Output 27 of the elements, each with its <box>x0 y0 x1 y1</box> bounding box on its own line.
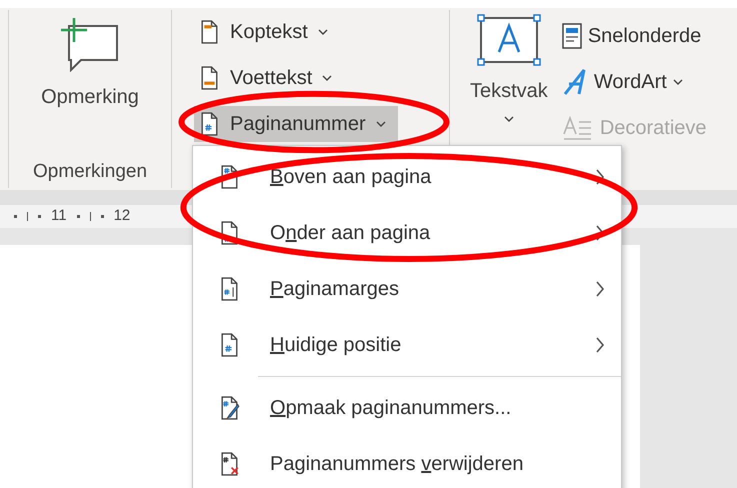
text-effects-icon <box>562 114 594 142</box>
quick-parts-icon <box>562 23 582 49</box>
group-label: Opmerkingen <box>32 160 148 184</box>
ribbon-button[interactable]: WordArt <box>562 60 707 104</box>
menu-item[interactable]: Paginanummers verwijderen <box>193 436 621 488</box>
text-box-icon <box>476 14 541 66</box>
page-delete-icon <box>220 452 240 476</box>
brush-page-icon <box>220 396 240 420</box>
wordart-icon <box>562 68 588 96</box>
menu-item[interactable]: Paginamarges <box>193 261 621 317</box>
footer-page-icon <box>200 66 220 90</box>
page-number-icon <box>220 332 240 358</box>
comment-add-icon <box>59 18 121 72</box>
comment-button[interactable]: Opmerking <box>41 18 139 112</box>
ribbon-button[interactable]: Voettekst <box>194 60 344 96</box>
menu-item[interactable]: Huidige positie <box>193 317 621 373</box>
page-number-icon <box>200 112 220 136</box>
text-box-button[interactable]: Tekstvak <box>470 14 548 122</box>
ribbon-button[interactable]: Paginanummer <box>194 106 398 142</box>
ribbon-button[interactable]: Koptekst <box>194 14 340 50</box>
ruler-number: 12 <box>114 206 130 226</box>
ribbon-button[interactable]: Snelonderde <box>562 14 707 58</box>
menu-item[interactable]: Opmaak paginanummers... <box>193 380 621 436</box>
menu-item[interactable]: Onder aan pagina <box>193 205 621 261</box>
ruler-number: 11 <box>51 206 67 226</box>
page-number-icon <box>220 276 240 302</box>
header-page-icon <box>200 20 220 44</box>
